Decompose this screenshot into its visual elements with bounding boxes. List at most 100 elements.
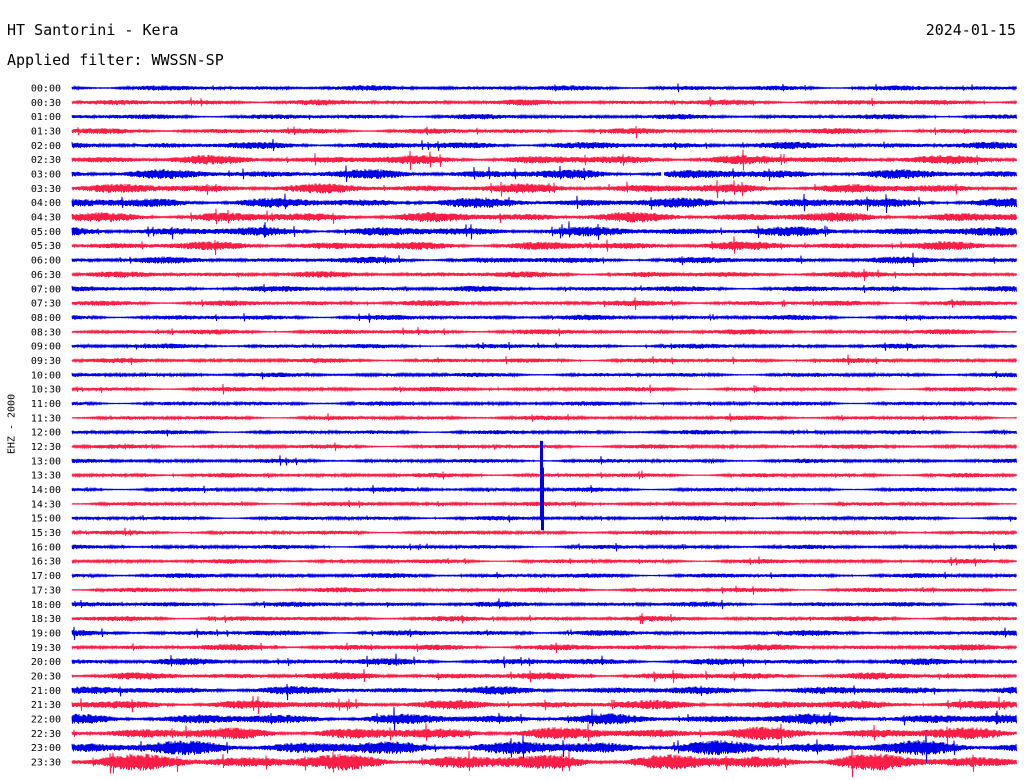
trace-row bbox=[71, 484, 1017, 494]
trace-row bbox=[71, 455, 1017, 466]
row-time-label: 06:30 bbox=[31, 270, 61, 281]
trace-row bbox=[71, 354, 1017, 366]
trace-row bbox=[71, 696, 1017, 715]
trace-row bbox=[71, 500, 1017, 508]
trace-row bbox=[71, 653, 1017, 668]
trace-row bbox=[71, 556, 1017, 567]
trace-row bbox=[71, 180, 1017, 199]
trace-row bbox=[71, 613, 1017, 625]
event-spike bbox=[661, 167, 664, 182]
trace-row bbox=[71, 642, 1017, 654]
trace-row bbox=[71, 723, 1017, 745]
helicorder-plot: 00:00 00:30 01:00 01:30 02:00 02:30 03:00 03:30… bbox=[31, 83, 1017, 778]
row-time-label: 15:00 bbox=[31, 514, 61, 525]
row-time-label: 03:30 bbox=[31, 184, 61, 195]
row-time-label: 06:00 bbox=[31, 256, 61, 267]
row-time-label: 23:00 bbox=[31, 743, 61, 754]
row-time-label: 03:00 bbox=[31, 170, 61, 181]
trace-row bbox=[71, 138, 1017, 152]
row-time-label: 18:30 bbox=[31, 614, 61, 625]
row-time-label: 05:00 bbox=[31, 227, 61, 238]
row-time-label: 12:30 bbox=[31, 442, 61, 453]
row-time-label: 02:30 bbox=[31, 155, 61, 166]
trace-row bbox=[71, 165, 1017, 182]
row-time-label: 12:00 bbox=[31, 428, 61, 439]
row-time-label: 11:00 bbox=[31, 399, 61, 410]
trace-row bbox=[71, 683, 1017, 701]
trace-row bbox=[71, 598, 1017, 610]
row-time-label: 07:30 bbox=[31, 299, 61, 310]
row-time-label: 18:00 bbox=[31, 600, 61, 611]
trace-row bbox=[71, 113, 1017, 120]
trace-row bbox=[71, 221, 1017, 240]
row-time-label: 17:00 bbox=[31, 571, 61, 582]
trace-row bbox=[71, 626, 1017, 640]
trace-row bbox=[71, 327, 1017, 337]
row-time-label: 09:00 bbox=[31, 342, 61, 353]
trace-row bbox=[71, 514, 1017, 523]
row-time-label: 17:30 bbox=[31, 585, 61, 596]
trace-row bbox=[71, 208, 1017, 225]
trace-row bbox=[71, 96, 1017, 107]
row-time-label: 08:00 bbox=[31, 313, 61, 324]
row-time-label: 10:00 bbox=[31, 370, 61, 381]
trace-row bbox=[71, 313, 1017, 323]
trace-row bbox=[71, 542, 1017, 552]
trace-row bbox=[71, 442, 1017, 451]
row-time-label: 05:30 bbox=[31, 241, 61, 252]
row-time-label: 19:00 bbox=[31, 628, 61, 639]
trace-row bbox=[71, 585, 1017, 595]
row-time-label: 19:30 bbox=[31, 643, 61, 654]
trace-row bbox=[71, 236, 1017, 256]
trace-row bbox=[71, 149, 1017, 171]
trace-row bbox=[71, 268, 1017, 281]
row-time-label: 22:00 bbox=[31, 714, 61, 725]
row-time-label: 16:00 bbox=[31, 542, 61, 553]
row-time-label: 04:00 bbox=[31, 198, 61, 209]
time-axis-labels: 00:00 00:30 01:00 01:30 02:00 02:30 03:00 03:30… bbox=[31, 84, 61, 769]
row-time-label: 11:30 bbox=[31, 413, 61, 424]
trace-row bbox=[71, 413, 1017, 422]
row-time-label: 20:30 bbox=[31, 671, 61, 682]
trace-row bbox=[71, 370, 1017, 380]
trace-row bbox=[71, 383, 1017, 395]
trace-row bbox=[71, 83, 1017, 93]
row-time-label: 15:30 bbox=[31, 528, 61, 539]
trace-row bbox=[71, 706, 1017, 731]
seismic-traces bbox=[71, 83, 1017, 778]
trace-row bbox=[71, 252, 1017, 268]
event-spike bbox=[541, 506, 544, 531]
trace-row bbox=[71, 126, 1017, 139]
row-time-label: 23:30 bbox=[31, 758, 61, 769]
trace-row bbox=[71, 669, 1017, 683]
row-time-label: 22:30 bbox=[31, 729, 61, 740]
row-time-label: 00:30 bbox=[31, 98, 61, 109]
row-time-label: 04:30 bbox=[31, 213, 61, 224]
row-time-label: 08:30 bbox=[31, 327, 61, 338]
row-time-label: 14:00 bbox=[31, 485, 61, 496]
trace-row bbox=[71, 527, 1017, 536]
row-time-label: 01:30 bbox=[31, 127, 61, 138]
trace-row bbox=[71, 571, 1017, 579]
row-time-label: 07:00 bbox=[31, 284, 61, 295]
row-time-label: 21:00 bbox=[31, 686, 61, 697]
row-time-label: 10:30 bbox=[31, 385, 61, 396]
row-time-label: 09:30 bbox=[31, 356, 61, 367]
trace-row bbox=[71, 193, 1017, 214]
row-time-label: 20:00 bbox=[31, 657, 61, 668]
row-time-label: 21:30 bbox=[31, 700, 61, 711]
trace-row bbox=[71, 470, 1017, 480]
trace-row bbox=[71, 284, 1017, 294]
row-time-label: 13:00 bbox=[31, 456, 61, 467]
trace-row bbox=[71, 341, 1017, 351]
trace-row bbox=[71, 747, 1017, 778]
row-time-label: 00:00 bbox=[31, 84, 61, 95]
trace-row bbox=[71, 297, 1017, 310]
trace-row bbox=[71, 400, 1017, 407]
row-time-label: 01:00 bbox=[31, 112, 61, 123]
row-time-label: 02:00 bbox=[31, 141, 61, 152]
row-time-label: 13:30 bbox=[31, 471, 61, 482]
trace-row bbox=[71, 429, 1017, 437]
row-time-label: 16:30 bbox=[31, 557, 61, 568]
row-time-label: 14:30 bbox=[31, 499, 61, 510]
